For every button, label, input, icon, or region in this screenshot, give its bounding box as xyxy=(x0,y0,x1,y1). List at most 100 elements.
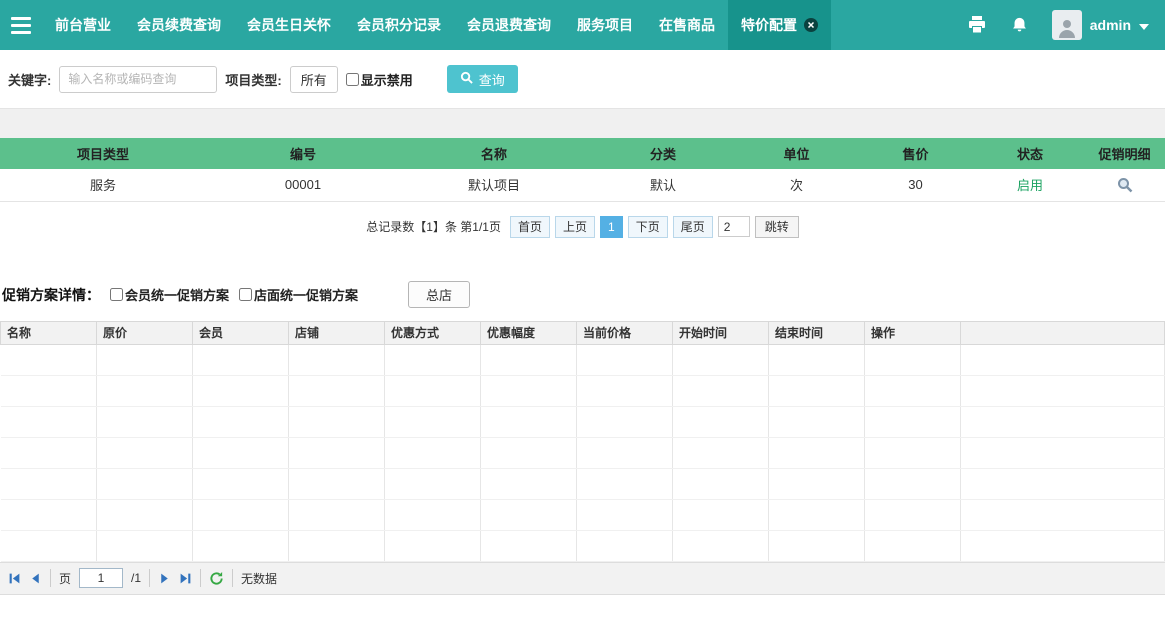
cell-promo-detail xyxy=(1084,169,1165,201)
avatar xyxy=(1052,10,1082,40)
page-total-label: /1 xyxy=(131,571,141,585)
nav-item-front-desk[interactable]: 前台营业 xyxy=(42,0,124,50)
separator xyxy=(232,569,233,587)
promo-col-filler xyxy=(961,321,1165,344)
last-page-button[interactable]: 尾页 xyxy=(673,216,713,238)
search-toolbar: 关键字: 项目类型: 所有 显示禁用 查询 xyxy=(0,50,1165,108)
promo-table-empty-row xyxy=(1,344,1165,375)
promo-col-start-time: 开始时间 xyxy=(673,321,769,344)
chevron-down-icon xyxy=(1139,17,1149,33)
cell-status: 启用 xyxy=(976,169,1084,201)
page-label: 页 xyxy=(59,570,71,587)
promo-table-empty-row xyxy=(1,468,1165,499)
col-header-category: 分类 xyxy=(588,138,738,169)
prev-page-icon[interactable] xyxy=(29,572,42,585)
jump-button[interactable]: 跳转 xyxy=(755,216,799,238)
items-table-header-row: 项目类型 编号 名称 分类 单位 售价 状态 促销明细 xyxy=(0,138,1165,169)
type-select-button[interactable]: 所有 xyxy=(290,66,338,93)
separator xyxy=(200,569,201,587)
refresh-icon[interactable] xyxy=(209,571,224,586)
promo-table-empty-row xyxy=(1,499,1165,530)
nav-item-member-refund-query[interactable]: 会员退费查询 xyxy=(454,0,564,50)
main-menu: 前台营业 会员续费查询 会员生日关怀 会员积分记录 会员退费查询 服务项目 在售… xyxy=(42,0,831,50)
page: 前台营业 会员续费查询 会员生日关怀 会员积分记录 会员退费查询 服务项目 在售… xyxy=(0,0,1165,634)
promo-col-member: 会员 xyxy=(193,321,289,344)
promo-plan-title: 促销方案详情： xyxy=(2,285,100,305)
promo-table-empty-row xyxy=(1,406,1165,437)
next-page-button[interactable]: 下页 xyxy=(628,216,668,238)
search-icon xyxy=(460,71,473,87)
nav-item-member-birthday-care[interactable]: 会员生日关怀 xyxy=(234,0,344,50)
col-header-type: 项目类型 xyxy=(0,138,206,169)
last-page-icon[interactable] xyxy=(179,572,192,585)
col-header-promo-detail: 促销明细 xyxy=(1084,138,1165,169)
store-unified-plan-checkbox[interactable] xyxy=(239,288,252,301)
promo-col-discount-range: 优惠幅度 xyxy=(481,321,577,344)
promo-table-empty-row xyxy=(1,375,1165,406)
spacer-band xyxy=(0,108,1165,138)
promo-col-end-time: 结束时间 xyxy=(769,321,865,344)
col-header-unit: 单位 xyxy=(738,138,855,169)
promo-col-current-price: 当前价格 xyxy=(577,321,673,344)
service-items-table: 项目类型 编号 名称 分类 单位 售价 状态 促销明细 服务 00001 默认项… xyxy=(0,138,1165,202)
show-disabled-checkbox[interactable] xyxy=(346,73,359,86)
separator xyxy=(50,569,51,587)
promo-col-discount-method: 优惠方式 xyxy=(385,321,481,344)
top-navigation-bar: 前台营业 会员续费查询 会员生日关怀 会员积分记录 会员退费查询 服务项目 在售… xyxy=(0,0,1165,50)
user-menu[interactable]: admin xyxy=(1052,10,1149,40)
member-unified-plan-checkbox[interactable] xyxy=(110,288,123,301)
store-unified-plan-label: 店面统一促销方案 xyxy=(254,285,358,304)
close-tab-icon[interactable] xyxy=(804,18,818,32)
query-button[interactable]: 查询 xyxy=(447,65,518,93)
first-page-icon[interactable] xyxy=(8,572,21,585)
promo-col-store: 店铺 xyxy=(289,321,385,344)
store-unified-plan-option: 店面统一促销方案 xyxy=(239,285,358,304)
cell-code: 00001 xyxy=(206,169,400,201)
col-header-code: 编号 xyxy=(206,138,400,169)
member-unified-plan-label: 会员统一促销方案 xyxy=(125,285,229,304)
col-header-price: 售价 xyxy=(855,138,976,169)
head-office-button[interactable]: 总店 xyxy=(408,281,470,308)
no-data-label: 无数据 xyxy=(241,570,277,587)
keyword-label: 关键字: xyxy=(8,70,51,89)
username: admin xyxy=(1090,17,1131,33)
print-icon[interactable] xyxy=(967,16,987,34)
promo-col-original-price: 原价 xyxy=(97,321,193,344)
active-tab-label: 特价配置 xyxy=(741,15,797,35)
tab-special-price-config[interactable]: 特价配置 xyxy=(728,0,831,50)
promo-table-header-row: 名称 原价 会员 店铺 优惠方式 优惠幅度 当前价格 开始时间 结束时间 操作 xyxy=(1,321,1165,344)
cell-type: 服务 xyxy=(0,169,206,201)
nav-item-member-points-record[interactable]: 会员积分记录 xyxy=(344,0,454,50)
jump-page-input[interactable] xyxy=(718,216,750,237)
bell-icon[interactable] xyxy=(1011,16,1028,34)
cell-unit: 次 xyxy=(738,169,855,201)
col-header-name: 名称 xyxy=(400,138,588,169)
table-row[interactable]: 服务 00001 默认项目 默认 次 30 启用 xyxy=(0,169,1165,201)
status-enabled-link[interactable]: 启用 xyxy=(1017,178,1043,193)
nav-right-area: admin xyxy=(967,0,1165,50)
cell-category: 默认 xyxy=(588,169,738,201)
page-number-input[interactable] xyxy=(79,568,123,588)
query-button-label: 查询 xyxy=(479,70,505,89)
promo-plan-table: 名称 原价 会员 店铺 优惠方式 优惠幅度 当前价格 开始时间 结束时间 操作 xyxy=(0,321,1165,562)
promo-table-empty-row xyxy=(1,437,1165,468)
hamburger-menu-icon[interactable] xyxy=(0,0,42,50)
show-disabled-label: 显示禁用 xyxy=(361,70,413,89)
promo-plan-toolbar: 促销方案详情： 会员统一促销方案 店面统一促销方案 总店 xyxy=(0,281,1165,309)
nav-item-products-on-sale[interactable]: 在售商品 xyxy=(646,0,728,50)
promo-detail-magnifier-icon[interactable] xyxy=(1117,177,1133,193)
keyword-input[interactable] xyxy=(59,66,217,93)
prev-page-button[interactable]: 上页 xyxy=(555,216,595,238)
next-page-icon[interactable] xyxy=(158,572,171,585)
cell-price: 30 xyxy=(855,169,976,201)
member-unified-plan-option: 会员统一促销方案 xyxy=(110,285,229,304)
first-page-button[interactable]: 首页 xyxy=(510,216,550,238)
promo-col-name: 名称 xyxy=(1,321,97,344)
show-disabled-option: 显示禁用 xyxy=(346,70,413,89)
nav-item-service-items[interactable]: 服务项目 xyxy=(564,0,646,50)
nav-item-member-renewal-query[interactable]: 会员续费查询 xyxy=(124,0,234,50)
col-header-status: 状态 xyxy=(976,138,1084,169)
type-label: 项目类型: xyxy=(225,70,281,89)
pagination-summary: 总记录数【1】条 第1/1页 xyxy=(366,218,501,235)
current-page-button[interactable]: 1 xyxy=(600,216,623,238)
